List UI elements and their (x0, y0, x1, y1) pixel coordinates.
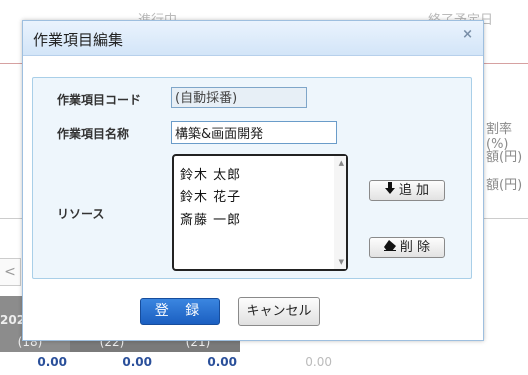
background-label-amount-2: 額(円) (486, 178, 523, 193)
scroll-down-icon[interactable]: ▼ (339, 258, 344, 266)
list-item[interactable]: 鈴木 太郎 (180, 164, 241, 183)
grid-value: 0.00 (37, 355, 67, 369)
delete-resource-button[interactable]: 削 除 (369, 237, 445, 258)
add-resource-button[interactable]: 追 加 (369, 180, 445, 201)
name-input[interactable] (171, 121, 337, 144)
grid-value: 0.00 (122, 355, 152, 369)
grid-value: 0.00 (207, 355, 237, 369)
code-field: (自動採番) (171, 87, 307, 108)
pager-prev-button[interactable]: < (0, 258, 21, 286)
dialog-titlebar: 作業項目編集 × (23, 21, 483, 56)
close-icon[interactable]: × (462, 27, 473, 42)
eraser-icon (383, 238, 396, 257)
grid-value: 0.00 (305, 355, 332, 369)
scroll-up-icon[interactable]: ▲ (339, 159, 344, 167)
arrow-down-icon (384, 181, 395, 200)
work-item-edit-dialog: 作業項目編集 × 作業項目コード (自動採番) 作業項目名称 リソース 鈴木 太… (22, 20, 484, 341)
list-scrollbar[interactable]: ▲ ▼ (334, 156, 346, 269)
save-button[interactable]: 登 録 (140, 298, 220, 325)
resource-list[interactable]: 鈴木 太郎 鈴木 花子 斎藤 一郎 ▲ ▼ (172, 154, 348, 271)
background-label-amount-1: 額(円) (486, 150, 523, 165)
add-resource-label: 追 加 (398, 183, 430, 198)
name-label: 作業項目名称 (57, 127, 130, 141)
dialog-title: 作業項目編集 (33, 31, 124, 49)
cancel-button[interactable]: キャンセル (238, 297, 320, 326)
delete-resource-label: 削 除 (399, 240, 431, 255)
resource-label: リソース (57, 207, 105, 221)
code-label: 作業項目コード (57, 93, 142, 107)
list-item[interactable]: 斎藤 一郎 (180, 209, 241, 228)
list-item[interactable]: 鈴木 花子 (180, 186, 241, 205)
